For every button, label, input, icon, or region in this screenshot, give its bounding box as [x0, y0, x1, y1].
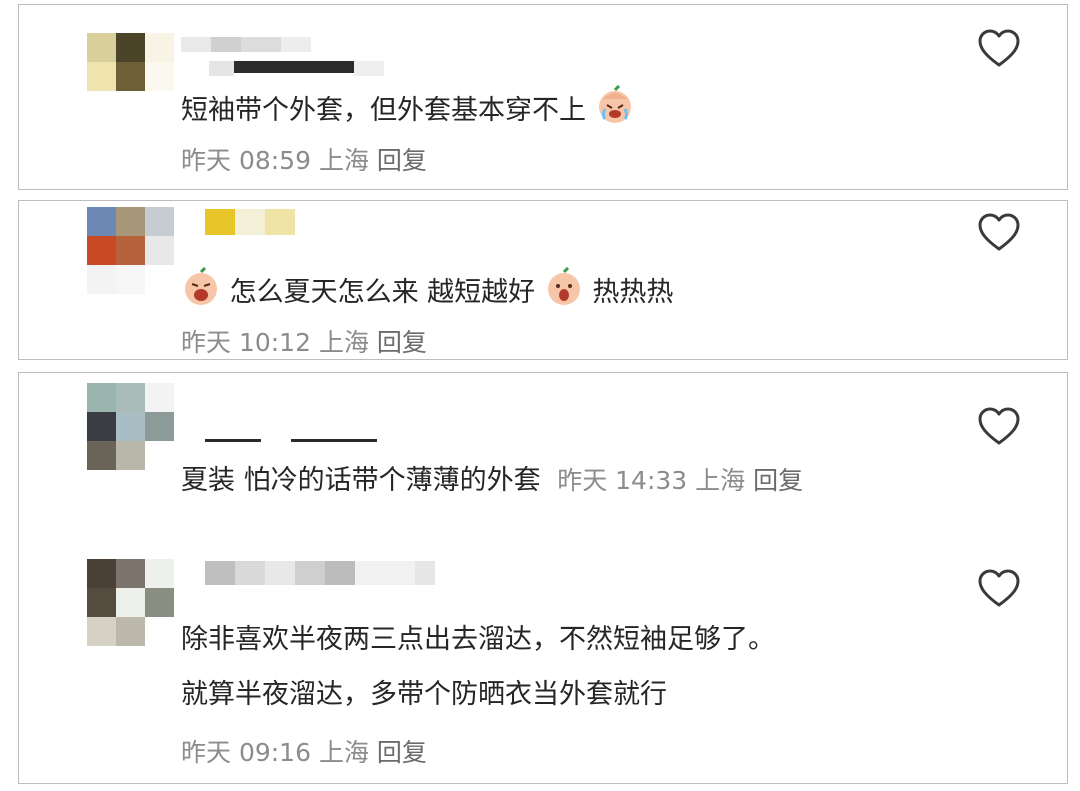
avatar[interactable] [87, 207, 174, 294]
avatar[interactable] [87, 559, 174, 646]
comment-card: 短袖带个外套，但外套基本穿不上 昨天 08:59 上海 回复 [18, 4, 1068, 190]
heart-outline-icon[interactable] [977, 213, 1021, 253]
heart-outline-icon[interactable] [977, 29, 1021, 69]
reply-button[interactable]: 回复 [377, 328, 427, 357]
comment-meta: 昨天 08:59 上海 回复 [181, 146, 427, 175]
username-blurred[interactable] [205, 209, 295, 235]
shy-emoji [185, 267, 217, 305]
username-blurred[interactable] [181, 37, 311, 52]
reply-button[interactable]: 回复 [377, 738, 427, 767]
username-blurred[interactable] [205, 439, 377, 442]
comment-meta: 昨天 14:33 上海 回复 [557, 466, 804, 495]
username-blurred[interactable] [205, 561, 435, 585]
heart-outline-icon[interactable] [977, 407, 1021, 447]
comment-meta: 昨天 10:12 上海 回复 [181, 328, 427, 357]
heart-outline-icon[interactable] [977, 569, 1021, 609]
comment-text: 夏装 怕冷的话带个薄薄的外套 昨天 14:33 上海 回复 [181, 465, 804, 496]
avatar[interactable] [87, 33, 174, 120]
comment-text: 短袖带个外套，但外套基本穿不上 [181, 85, 635, 128]
comment-card: 夏装 怕冷的话带个薄薄的外套 昨天 14:33 上海 回复 除非喜欢半夜两三点出… [18, 372, 1068, 784]
hot-emoji [547, 267, 580, 305]
reply-button[interactable]: 回复 [377, 146, 427, 175]
username-blurred[interactable] [209, 61, 384, 76]
reply-button[interactable]: 回复 [753, 466, 803, 495]
comment-meta: 昨天 09:16 上海 回复 [181, 738, 427, 767]
crying-laugh-emoji [598, 85, 631, 123]
comment-card: 怎么夏天怎么来 越短越好 热热热 昨天 10:12 上海 回复 [18, 200, 1068, 360]
comment-text-line: 就算半夜溜达，多带个防晒衣当外套就行 [181, 679, 667, 710]
avatar[interactable] [87, 383, 174, 470]
comment-text: 怎么夏天怎么来 越短越好 热热热 [181, 267, 673, 310]
comment-text-line: 除非喜欢半夜两三点出去溜达，不然短袖足够了。 [181, 624, 775, 655]
